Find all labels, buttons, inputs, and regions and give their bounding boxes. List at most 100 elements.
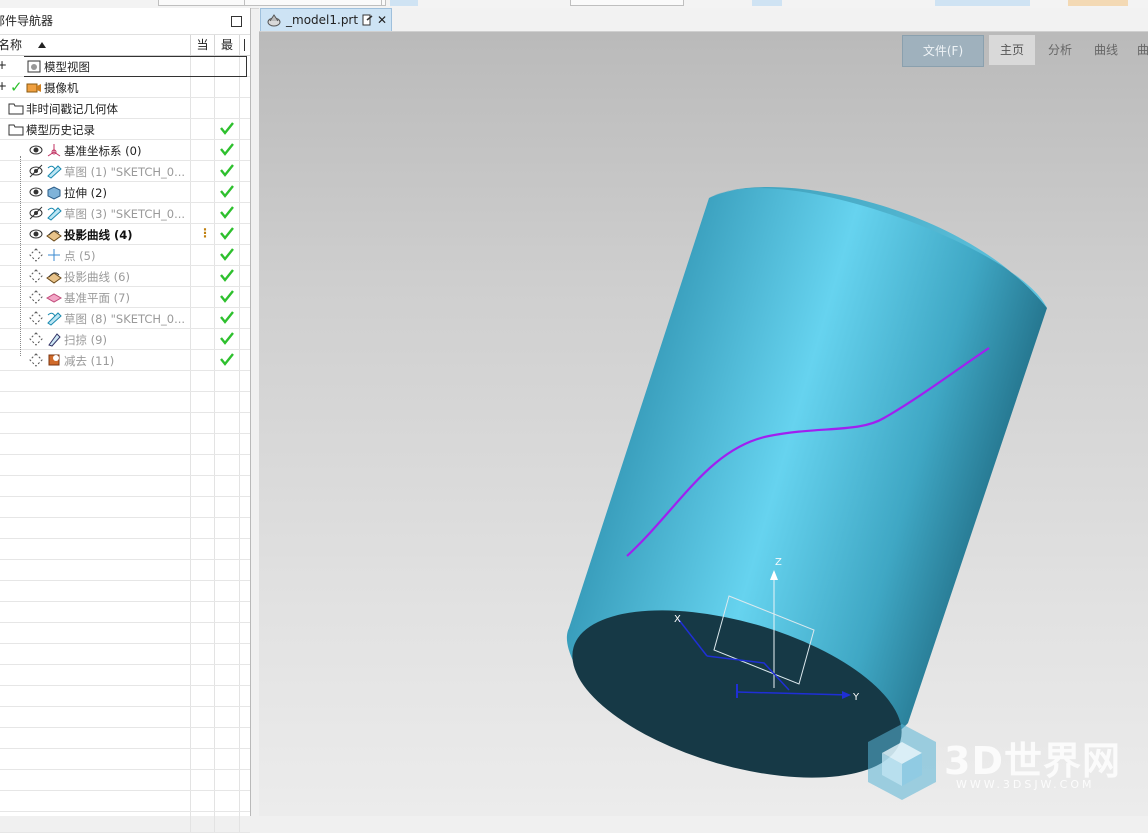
column-divider	[214, 350, 215, 370]
column-divider	[190, 245, 191, 265]
column-divider	[239, 371, 240, 391]
empty-row	[0, 476, 250, 497]
tree-row[interactable]: 基准坐标系 (0)	[0, 140, 250, 161]
toolbar-field[interactable]	[570, 0, 684, 6]
axis-label-z: Z	[775, 557, 782, 568]
suppressed-diamond-icon[interactable]	[28, 352, 44, 368]
column-divider	[190, 497, 191, 517]
tree-row[interactable]: + 模型视图	[0, 56, 250, 77]
expand-icon[interactable]: +	[0, 79, 7, 93]
tree-row-label: 草图 (1) "SKETCH_0...	[64, 165, 186, 179]
eye-icon[interactable]	[28, 226, 44, 242]
column-divider	[239, 560, 240, 580]
toolbar-button[interactable]	[390, 0, 418, 6]
column-divider	[190, 728, 191, 748]
up-to-date-check-icon	[220, 143, 234, 156]
tree-row[interactable]: 模型历史记录	[0, 119, 250, 140]
empty-row	[0, 581, 250, 602]
part-navigator: 部件导航器 名称 当 最 +模型视图+✓摄像机非时间戳记几何体模型历史记录基准坐…	[0, 8, 251, 833]
camera-icon	[26, 83, 41, 93]
column-divider	[239, 287, 240, 307]
column-divider	[190, 749, 191, 769]
suppressed-diamond-icon[interactable]	[28, 289, 44, 305]
toolbar-button[interactable]	[935, 0, 1030, 6]
maximize-icon[interactable]	[231, 16, 242, 27]
tree-row-label: 草图 (8) "SKETCH_0...	[64, 312, 186, 326]
hidden-eye-icon[interactable]	[28, 163, 44, 179]
column-divider	[190, 476, 191, 496]
empty-row	[0, 434, 250, 455]
column-divider	[239, 770, 240, 790]
toolbar-button[interactable]	[1068, 0, 1128, 6]
column-divider	[239, 140, 240, 160]
point-icon	[48, 249, 60, 261]
up-to-date-check-icon	[220, 269, 234, 282]
watermark-cube-logo	[868, 724, 936, 800]
tree-row[interactable]: + ✓ 摄像机	[0, 77, 250, 98]
tree-row-label: 草图 (3) "SKETCH_0...	[64, 207, 186, 221]
column-divider	[190, 560, 191, 580]
column-divider	[214, 812, 215, 832]
tree-line	[20, 156, 21, 356]
column-divider	[190, 203, 191, 223]
column-divider	[190, 182, 191, 202]
suppressed-diamond-icon[interactable]	[28, 331, 44, 347]
column-latest[interactable]: 最	[215, 35, 240, 55]
folder-icon	[8, 124, 24, 136]
column-divider	[190, 602, 191, 622]
column-divider	[214, 203, 215, 223]
column-divider	[190, 392, 191, 412]
hidden-eye-icon[interactable]	[28, 205, 44, 221]
tree-row[interactable]: 草图 (3) "SKETCH_0...	[0, 203, 250, 224]
suppressed-diamond-icon[interactable]	[28, 310, 44, 326]
column-divider	[214, 224, 215, 244]
tree-row[interactable]: 点 (5)	[0, 245, 250, 266]
column-divider	[239, 329, 240, 349]
empty-row	[0, 371, 250, 392]
column-divider	[214, 518, 215, 538]
plane-icon	[46, 293, 62, 303]
tree-row[interactable]: 减去 (11)	[0, 350, 250, 371]
graphics-viewport[interactable]: _model1.prt ✕ 文件(F) 主页 分析 曲线 曲 Z Y X 3D世…	[259, 8, 1148, 816]
column-current[interactable]: 当	[191, 35, 215, 55]
suppressed-diamond-icon[interactable]	[28, 268, 44, 284]
eye-icon[interactable]	[28, 142, 44, 158]
suppressed-diamond-icon[interactable]	[28, 247, 44, 263]
column-divider	[190, 77, 191, 97]
tree-row[interactable]: 拉伸 (2)	[0, 182, 250, 203]
tree-row[interactable]: 草图 (1) "SKETCH_0...	[0, 161, 250, 182]
column-divider	[214, 476, 215, 496]
column-divider	[239, 245, 240, 265]
toolbar-button[interactable]	[752, 0, 782, 6]
column-divider	[190, 119, 191, 139]
column-divider	[190, 350, 191, 370]
tree-row[interactable]: 非时间戳记几何体	[0, 98, 250, 119]
column-divider	[239, 224, 240, 244]
column-divider	[214, 602, 215, 622]
column-name-label: 名称	[0, 38, 23, 52]
tree-row[interactable]: 投影曲线 (6)	[0, 266, 250, 287]
tree-row[interactable]: 草图 (8) "SKETCH_0...	[0, 308, 250, 329]
expand-icon[interactable]: +	[0, 58, 7, 72]
tree-row[interactable]: 投影曲线 (4) ⋮	[0, 224, 250, 245]
column-divider	[239, 182, 240, 202]
column-divider	[239, 98, 240, 118]
column-divider	[239, 791, 240, 811]
column-name[interactable]: 名称	[0, 35, 191, 55]
tree-row-label: 非时间戳记几何体	[26, 102, 118, 116]
empty-row	[0, 686, 250, 707]
column-divider	[190, 434, 191, 454]
eye-icon[interactable]	[28, 184, 44, 200]
tree-row[interactable]: 扫掠 (9)	[0, 329, 250, 350]
axis-label-y: Y	[852, 692, 860, 703]
tree-row-label: 减去 (11)	[64, 354, 115, 368]
toolbar-field[interactable]	[244, 0, 382, 6]
tree-row[interactable]: 基准平面 (7)	[0, 287, 250, 308]
column-divider	[190, 812, 191, 832]
column-divider	[214, 497, 215, 517]
navigator-tree: + 模型视图 + ✓ 摄像机非时间戳记几何体模型历史记录 基准坐标系 (0) 草图 (1) …	[0, 56, 250, 833]
sketch-icon	[47, 207, 62, 221]
proj-icon	[46, 230, 62, 242]
column-divider	[214, 329, 215, 349]
column-divider	[239, 266, 240, 286]
